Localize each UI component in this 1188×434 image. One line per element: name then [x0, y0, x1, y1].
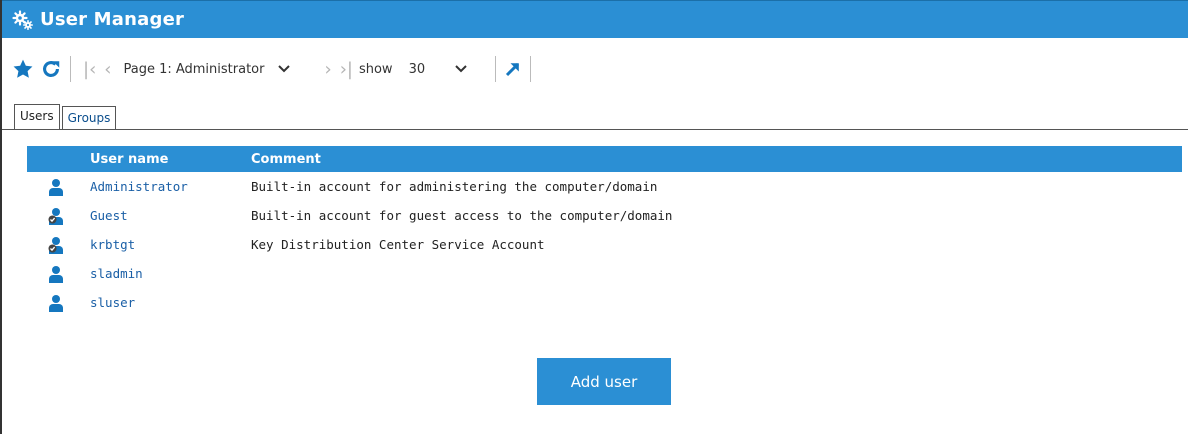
show-label: show [358, 61, 393, 77]
user-name-link[interactable]: Administrator [90, 179, 251, 194]
column-header-user-name[interactable]: User name [27, 152, 251, 167]
last-page-icon[interactable]: ›| [340, 59, 353, 80]
user-icon [27, 178, 90, 196]
toolbar: |‹ ‹ Page 1: Administrator › ›| show 30 [2, 38, 1188, 100]
title-bar: User Manager [2, 0, 1188, 38]
user-name-link[interactable]: sladmin [90, 266, 251, 281]
user-comment: Key Distribution Center Service Account [251, 237, 545, 252]
users-table: User name Comment Administrator Built-in … [27, 146, 1182, 317]
prev-page-icon[interactable]: ‹ [104, 59, 111, 80]
user-icon [27, 294, 90, 312]
page-selector[interactable]: Page 1: Administrator [123, 62, 264, 77]
user-comment: Built-in account for guest access to the… [251, 208, 673, 223]
disabled-user-icon [27, 207, 90, 225]
toolbar-separator [70, 56, 71, 82]
table-body: Administrator Built-in account for admini… [27, 172, 1182, 317]
user-manager-window: User Manager |‹ ‹ Page 1: Administrator … [0, 0, 1188, 434]
tab-groups[interactable]: Groups [61, 106, 117, 130]
table-header: User name Comment [27, 146, 1182, 172]
table-row[interactable]: sladmin [27, 259, 1182, 288]
first-page-icon[interactable]: |‹ [83, 59, 96, 80]
user-name-link[interactable]: Guest [90, 208, 251, 223]
table-row[interactable]: sluser [27, 288, 1182, 317]
tab-divider [2, 129, 1188, 130]
user-icon [27, 265, 90, 283]
tab-bar: Users Groups [14, 104, 117, 130]
page-dropdown-chevron-icon[interactable] [278, 65, 291, 73]
disabled-user-icon [27, 236, 90, 254]
user-comment: Built-in account for administering the c… [251, 179, 658, 194]
page-size-chevron-icon[interactable] [455, 65, 467, 73]
gears-icon [12, 9, 34, 31]
page-size-select[interactable]: 30 [409, 62, 426, 77]
star-icon[interactable] [12, 54, 34, 84]
toolbar-separator [530, 56, 532, 82]
column-header-comment[interactable]: Comment [251, 152, 1182, 167]
window-title: User Manager [40, 9, 185, 30]
popout-icon[interactable] [504, 54, 522, 84]
user-name-link[interactable]: sluser [90, 295, 251, 310]
table-row[interactable]: krbtgt Key Distribution Center Service Ac… [27, 230, 1182, 259]
refresh-icon[interactable] [40, 54, 62, 84]
user-name-link[interactable]: krbtgt [90, 237, 251, 252]
add-user-button[interactable]: Add user [537, 358, 671, 405]
table-row[interactable]: Administrator Built-in account for admini… [27, 172, 1182, 201]
tab-users[interactable]: Users [14, 104, 60, 130]
toolbar-separator [495, 56, 497, 82]
table-row[interactable]: Guest Built-in account for guest access t… [27, 201, 1182, 230]
next-page-icon[interactable]: › [324, 59, 331, 80]
